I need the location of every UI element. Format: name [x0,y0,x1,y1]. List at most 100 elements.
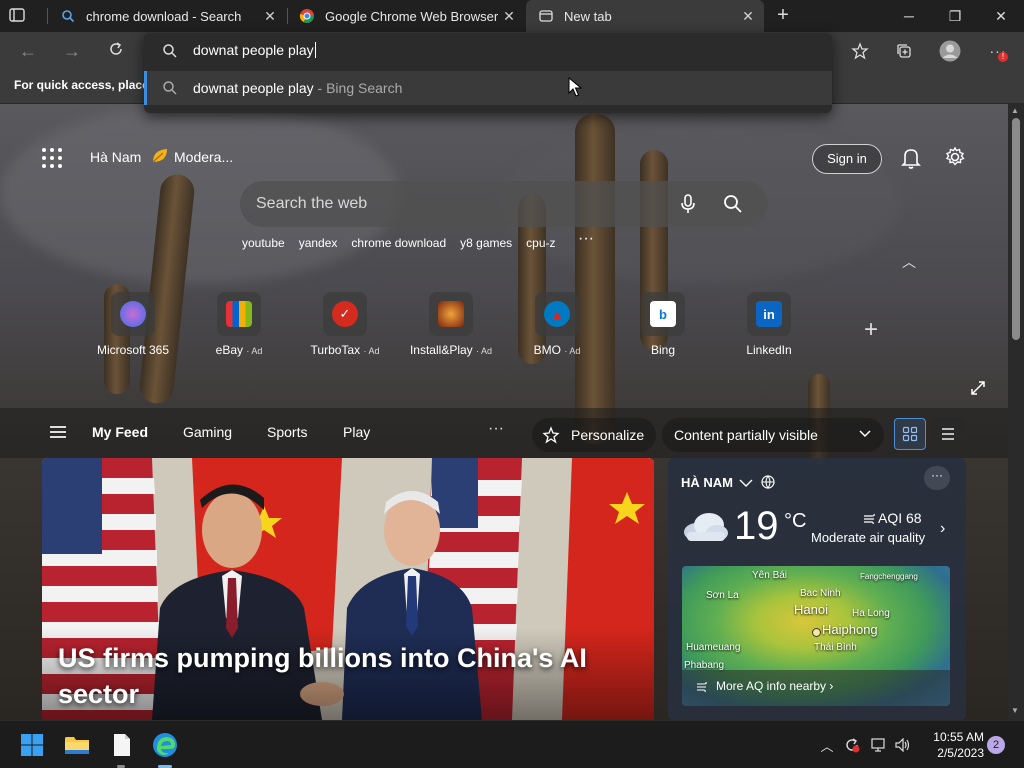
more-aq-info-label: More AQ info nearby [716,679,827,693]
close-tab-icon[interactable]: ✕ [740,8,756,24]
close-tab-icon[interactable]: ✕ [501,8,517,24]
sync-alert-icon[interactable] [842,735,862,755]
weather-summary[interactable]: Modera... [174,149,233,165]
quick-link-linkedin[interactable]: in LinkedIn [724,292,814,357]
scroll-down-arrow-icon[interactable]: ▼ [1011,706,1019,715]
minimize-button[interactable]: ─ [886,0,932,32]
feed-more-button[interactable]: ··· [488,420,504,438]
add-quick-link-icon[interactable]: + [864,316,878,344]
quick-link-microsoft-365[interactable]: Microsoft 365 [88,292,178,357]
hero-headline[interactable]: US firms pumping billions into China's A… [58,640,618,712]
search-icon [162,43,178,59]
location-label[interactable]: Hà Nam [90,149,141,165]
install-play-game-icon [438,301,464,327]
back-icon[interactable]: ← [16,40,40,62]
ad-label: · Ad [564,346,581,356]
volume-icon[interactable] [893,735,913,755]
new-tab-button[interactable]: + [772,5,794,27]
trending-searches: youtube yandex chrome download y8 games … [242,236,556,254]
scrollbar-thumb[interactable] [1012,118,1020,340]
more-aq-info-link[interactable]: More AQ info nearby › [682,670,950,706]
tab-actions-icon[interactable] [8,6,30,26]
more-searches-button[interactable]: ··· [578,230,594,248]
search-input[interactable]: Search the web [256,195,367,213]
close-tab-icon[interactable]: ✕ [262,8,278,24]
microphone-icon[interactable] [678,193,698,215]
chevron-down-icon[interactable] [738,476,754,488]
list-view-button[interactable] [932,418,964,450]
hero-news-card[interactable]: US firms pumping billions into China's A… [42,458,654,720]
restore-button[interactable]: ❐ [932,0,978,32]
quick-link-bing[interactable]: b Bing [618,292,708,357]
gear-icon[interactable] [944,146,966,168]
apps-launcher-icon[interactable] [42,148,62,168]
quick-link-label: Install&Play [409,343,473,357]
search-button-icon[interactable] [722,193,744,215]
scroll-up-arrow-icon[interactable]: ▲ [1011,106,1019,115]
collections-icon[interactable] [892,40,916,62]
notepad-file-icon[interactable] [108,731,136,759]
file-explorer-icon[interactable] [63,731,91,759]
trending-search-item[interactable]: youtube [242,236,285,254]
edge-browser-icon[interactable] [151,731,179,759]
aqi-value[interactable]: AQI 68 [878,510,922,526]
grid-icon [902,426,918,442]
notifications-bell-icon[interactable] [900,146,922,170]
menu-hamburger-icon[interactable] [50,426,66,438]
feed-tab-gaming[interactable]: Gaming [183,424,232,440]
settings-more-icon[interactable]: ··· ! [986,40,1010,62]
quick-link-install-play[interactable]: Install&Play · Ad [406,292,496,357]
quick-link-turbotax[interactable]: ✓ TurboTax · Ad [300,292,390,357]
quick-link-bmo[interactable]: ▲ BMO · Ad [512,292,602,357]
feed-tab-play[interactable]: Play [343,424,370,440]
map-label: Yên Bái [752,570,788,581]
tab-new-tab[interactable]: New tab ✕ [526,0,764,32]
trending-search-item[interactable]: y8 games [460,236,512,254]
weather-more-button[interactable]: ··· [924,466,950,490]
feed-navigation: My Feed Gaming Sports Play ··· Personali… [0,408,1008,458]
page-scrollbar[interactable]: ▲ ▼ [1008,104,1024,720]
system-clock[interactable]: 10:55 AM 2/5/2023 [920,729,984,761]
grid-view-button[interactable] [894,418,926,450]
search-suggestion[interactable]: downat people play - Bing Search [144,71,832,105]
notification-badge[interactable]: 2 [987,736,1005,754]
favorites-star-icon[interactable] [848,40,872,62]
quick-link-label: eBay [215,343,243,357]
air-quality-map[interactable]: Yên Bái Fangchenggang Sơn La Bac Ninh Ha… [682,566,950,706]
search-icon [60,8,76,24]
aqi-description[interactable]: Moderate air quality [811,530,925,545]
globe-icon[interactable] [761,475,775,489]
quick-link-ebay[interactable]: eBay · Ad [194,292,284,357]
trending-search-item[interactable]: yandex [299,236,338,254]
collapse-chevron-icon[interactable]: ︿ [902,252,916,272]
weather-location[interactable]: HÀ NAM [681,475,733,490]
forward-icon[interactable]: → [60,40,84,62]
show-hidden-icons-chevron[interactable]: ︿ [817,735,837,755]
tab-google-chrome[interactable]: Google Chrome Web Browser ✕ [287,0,525,32]
chevron-right-icon[interactable]: › [940,520,945,538]
expand-background-icon[interactable] [970,380,986,396]
windows-start-icon[interactable] [18,731,46,759]
personalize-button[interactable]: Personalize [532,418,656,452]
trending-search-item[interactable]: cpu-z [526,236,555,254]
chevron-down-icon [858,426,872,440]
address-bar[interactable]: downat people play [144,33,832,69]
close-window-button[interactable]: ✕ [978,0,1024,32]
content-visibility-dropdown[interactable]: Content partially visible [662,418,884,452]
profile-avatar-icon[interactable] [938,40,962,62]
refresh-icon[interactable] [104,40,128,62]
tab-title: chrome download - Search [86,8,242,24]
network-icon[interactable] [869,735,889,755]
quick-link-label: LinkedIn [746,343,792,357]
address-input[interactable]: downat people play [193,42,316,58]
sign-in-button[interactable]: Sign in [812,144,882,174]
map-label: Fangchenggang [860,572,918,581]
web-search-box[interactable]: Search the web [240,181,768,227]
search-icon [162,80,178,96]
map-label: Huameuang [686,642,741,653]
feed-tab-sports[interactable]: Sports [267,424,307,440]
weather-card: HÀ NAM ··· 19 °C AQI 68 Moderate air qua… [668,458,966,720]
trending-search-item[interactable]: chrome download [351,236,446,254]
tab-chrome-download-search[interactable]: chrome download - Search ✕ [48,0,286,32]
feed-tab-my-feed[interactable]: My Feed [92,424,148,440]
